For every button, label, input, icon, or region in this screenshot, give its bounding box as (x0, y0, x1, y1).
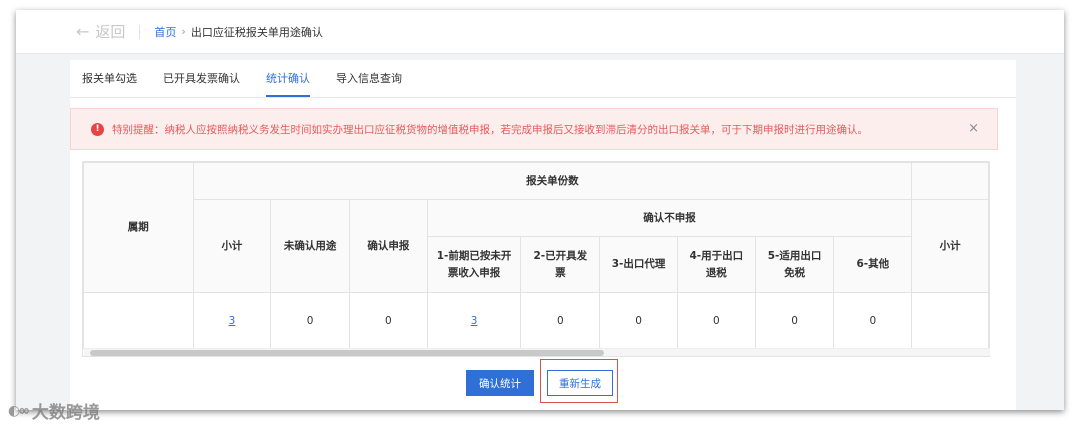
watermark-logo-icon: ◐∞ (8, 402, 30, 419)
unconfirmed-cell: 0 (270, 292, 350, 349)
confirm-statistics-button[interactable]: 确认统计 (466, 370, 534, 396)
reason-1-link[interactable]: 3 (471, 315, 478, 327)
scrollbar-thumb[interactable] (90, 350, 604, 356)
tab-bar: 报关单勾选 已开具发票确认 统计确认 导入信息查询 (70, 60, 1016, 98)
period-header: 属期 (83, 162, 194, 293)
reason-6-header: 6-其他 (833, 236, 913, 293)
app-window: ← 返回 首页 › 出口应征税报关单用途确认 报关单勾选 已开具发票确认 统计确… (16, 10, 1064, 410)
watermark: ◐∞ 大数跨境 (8, 398, 100, 424)
reason-3-header: 3-出口代理 (599, 236, 678, 293)
warning-icon: ! (91, 122, 104, 136)
watermark-text: 大数跨境 (31, 403, 100, 423)
tab-import-query[interactable]: 导入信息查询 (336, 70, 402, 97)
subtotal-cell: 3 (192, 292, 272, 349)
divider (139, 24, 141, 39)
breadcrumb-home[interactable]: 首页 (154, 24, 176, 40)
not-declare-header: 确认不申报 (426, 199, 913, 237)
reason-5-cell: 0 (754, 292, 835, 349)
reason-4-cell: 0 (676, 292, 756, 349)
chevron-right-icon: › (181, 25, 186, 38)
unconfirmed-header: 未确认用途 (270, 199, 350, 293)
confirm-declare-header: 确认申报 (349, 199, 428, 293)
tab-declaration-select[interactable]: 报关单勾选 (82, 70, 137, 97)
main-panel: 报关单勾选 已开具发票确认 统计确认 导入信息查询 ! 特别提醒：纳税人应按照纳… (70, 60, 1016, 410)
warning-alert: ! 特别提醒：纳税人应按照纳税义务发生时间如实办理出口应征税货物的增值税申报，若… (70, 108, 998, 150)
right-subtotal-cell (911, 292, 989, 349)
reason-1-header: 1-前期已按未开票收入申报 (426, 236, 522, 293)
tab-invoice-confirm[interactable]: 已开具发票确认 (163, 70, 240, 97)
confirm-declare-cell: 0 (349, 292, 428, 349)
regenerate-button[interactable]: 重新生成 (547, 370, 613, 396)
statistics-table: 属期 报关单份数 小计 未确认用途 确认申报 确认不申报 小计 1-前期已按未开… (82, 161, 990, 357)
table-row: 3 0 0 3 0 0 0 0 0 (83, 292, 989, 349)
breadcrumb-current: 出口应征税报关单用途确认 (190, 25, 323, 39)
period-cell (83, 292, 194, 349)
right-empty-header (911, 162, 989, 200)
top-bar: ← 返回 首页 › 出口应征税报关单用途确认 (16, 10, 1064, 54)
close-icon[interactable]: × (968, 121, 979, 136)
alert-text: 特别提醒：纳税人应按照纳税义务发生时间如实办理出口应征税货物的增值税申报，若完成… (112, 123, 868, 136)
reason-2-header: 2-已开具发票 (520, 236, 601, 293)
group-header: 报关单份数 (192, 162, 913, 200)
reason-1-cell: 3 (426, 292, 522, 349)
right-subtotal-header: 小计 (911, 199, 989, 293)
back-label: 返回 (95, 23, 126, 41)
back-button[interactable]: ← 返回 (76, 21, 125, 42)
reason-2-cell: 0 (520, 292, 601, 349)
reason-6-cell: 0 (833, 292, 913, 349)
arrow-left-icon: ← (76, 22, 90, 41)
reason-3-cell: 0 (599, 292, 678, 349)
subtotal-link[interactable]: 3 (229, 315, 236, 327)
horizontal-scrollbar[interactable] (84, 348, 990, 356)
subtotal-header: 小计 (192, 199, 272, 293)
reason-5-header: 5-适用出口免税 (754, 236, 835, 293)
reason-4-header: 4-用于出口退税 (676, 236, 756, 293)
tab-statistics-confirm[interactable]: 统计确认 (266, 70, 310, 97)
